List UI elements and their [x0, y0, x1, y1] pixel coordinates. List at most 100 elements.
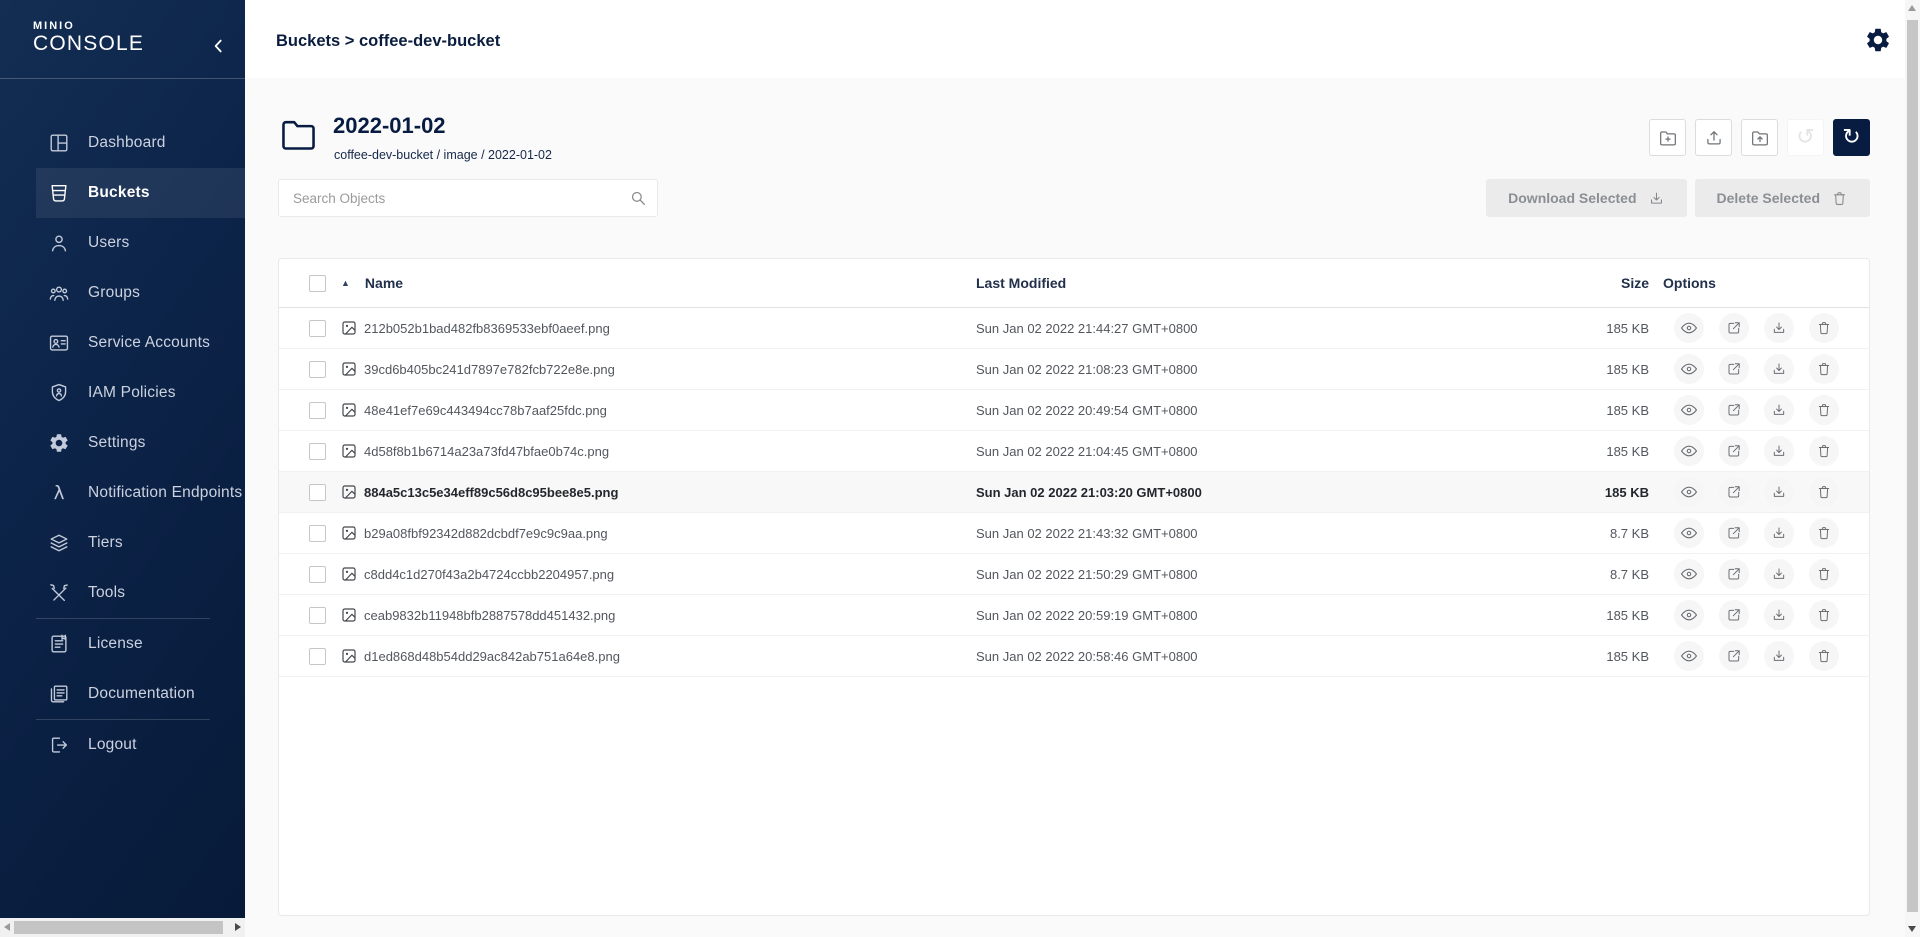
last-modified-column-header[interactable]: Last Modified — [976, 275, 1561, 291]
share-object-button[interactable] — [1719, 559, 1749, 589]
upload-file-button[interactable] — [1695, 119, 1732, 156]
horizontal-scrollbar[interactable] — [0, 918, 245, 937]
share-object-button[interactable] — [1719, 395, 1749, 425]
download-object-button[interactable] — [1764, 354, 1794, 384]
object-name[interactable]: 48e41ef7e69c443494cc78b7aaf25fdc.png — [364, 403, 607, 418]
sidebar-item-tiers[interactable]: Tiers — [0, 518, 245, 568]
select-all-checkbox[interactable] — [309, 275, 326, 292]
table-row[interactable]: d1ed868d48b54dd29ac842ab751a64e8.png Sun… — [279, 636, 1869, 677]
sidebar-item-tools[interactable]: Tools — [0, 568, 245, 618]
preview-object-button[interactable] — [1674, 641, 1704, 671]
preview-object-button[interactable] — [1674, 313, 1704, 343]
name-column-header[interactable]: ▲ Name — [341, 275, 976, 291]
preview-object-button[interactable] — [1674, 477, 1704, 507]
delete-object-button[interactable] — [1809, 313, 1839, 343]
object-toolbar: ↺↻ — [1649, 119, 1870, 156]
table-row[interactable]: 212b052b1bad482fb8369533ebf0aeef.png Sun… — [279, 308, 1869, 349]
download-object-button[interactable] — [1764, 559, 1794, 589]
delete-object-button[interactable] — [1809, 354, 1839, 384]
preview-object-button[interactable] — [1674, 354, 1704, 384]
sidebar-item-service-accounts[interactable]: Service Accounts — [0, 318, 245, 368]
table-row[interactable]: 884a5c13c5e34eff89c56d8c95bee8e5.png Sun… — [279, 472, 1869, 513]
share-object-button[interactable] — [1719, 600, 1749, 630]
share-object-button[interactable] — [1719, 436, 1749, 466]
share-object-button[interactable] — [1719, 518, 1749, 548]
delete-selected-button[interactable]: Delete Selected — [1695, 179, 1871, 217]
delete-object-button[interactable] — [1809, 641, 1839, 671]
table-row[interactable]: 48e41ef7e69c443494cc78b7aaf25fdc.png Sun… — [279, 390, 1869, 431]
object-name[interactable]: 212b052b1bad482fb8369533ebf0aeef.png — [364, 321, 610, 336]
share-object-button[interactable] — [1719, 313, 1749, 343]
vertical-scrollbar-thumb[interactable] — [1907, 20, 1918, 912]
object-name[interactable]: 4d58f8b1b6714a23a73fd47bfae0b74c.png — [364, 444, 609, 459]
sidebar-item-iam-policies[interactable]: IAM Policies — [0, 368, 245, 418]
sidebar-item-notification-endpoints[interactable]: Notification Endpoints — [0, 468, 245, 518]
new-path-button[interactable] — [1649, 119, 1686, 156]
row-checkbox[interactable] — [309, 320, 326, 337]
preview-object-button[interactable] — [1674, 436, 1704, 466]
object-name[interactable]: ceab9832b11948bfb2887578dd451432.png — [364, 608, 615, 623]
console-settings-button[interactable] — [1864, 26, 1892, 54]
object-name[interactable]: 884a5c13c5e34eff89c56d8c95bee8e5.png — [364, 485, 618, 500]
download-object-button[interactable] — [1764, 395, 1794, 425]
delete-object-button[interactable] — [1809, 477, 1839, 507]
sidebar-item-logout[interactable]: Logout — [0, 720, 245, 770]
sidebar-item-documentation[interactable]: Documentation — [0, 669, 245, 719]
share-object-button[interactable] — [1719, 477, 1749, 507]
scroll-down-arrow-icon[interactable] — [1908, 926, 1916, 932]
sidebar-item-groups[interactable]: Groups — [0, 268, 245, 318]
scroll-right-arrow-icon[interactable] — [235, 923, 241, 931]
sidebar-item-dashboard[interactable]: Dashboard — [0, 118, 245, 168]
object-name[interactable]: d1ed868d48b54dd29ac842ab751a64e8.png — [364, 649, 620, 664]
rewind-button[interactable]: ↺ — [1787, 119, 1824, 156]
delete-object-button[interactable] — [1809, 395, 1839, 425]
upload-folder-button[interactable] — [1741, 119, 1778, 156]
row-checkbox[interactable] — [309, 648, 326, 665]
preview-object-button[interactable] — [1674, 559, 1704, 589]
download-object-button[interactable] — [1764, 436, 1794, 466]
delete-object-button[interactable] — [1809, 436, 1839, 466]
share-object-button[interactable] — [1719, 354, 1749, 384]
download-selected-button[interactable]: Download Selected — [1486, 179, 1686, 217]
object-path-breadcrumb[interactable]: coffee-dev-bucket / image / 2022-01-02 — [334, 148, 552, 162]
object-name[interactable]: 39cd6b405bc241d7897e782fcb722e8e.png — [364, 362, 615, 377]
preview-object-button[interactable] — [1674, 518, 1704, 548]
sidebar-item-buckets[interactable]: Buckets — [0, 168, 245, 218]
row-checkbox[interactable] — [309, 361, 326, 378]
table-row[interactable]: 4d58f8b1b6714a23a73fd47bfae0b74c.png Sun… — [279, 431, 1869, 472]
size-column-header[interactable]: Size — [1561, 275, 1649, 291]
download-object-button[interactable] — [1764, 313, 1794, 343]
row-checkbox[interactable] — [309, 525, 326, 542]
refresh-button[interactable]: ↻ — [1833, 119, 1870, 156]
sidebar-item-license[interactable]: License — [0, 619, 245, 669]
preview-object-button[interactable] — [1674, 600, 1704, 630]
delete-object-button[interactable] — [1809, 559, 1839, 589]
scroll-left-arrow-icon[interactable] — [4, 923, 10, 931]
download-object-button[interactable] — [1764, 600, 1794, 630]
table-row[interactable]: 39cd6b405bc241d7897e782fcb722e8e.png Sun… — [279, 349, 1869, 390]
vertical-scrollbar[interactable] — [1905, 0, 1920, 937]
object-name[interactable]: c8dd4c1d270f43a2b4724ccbb2204957.png — [364, 567, 614, 582]
download-object-button[interactable] — [1764, 518, 1794, 548]
table-row[interactable]: c8dd4c1d270f43a2b4724ccbb2204957.png Sun… — [279, 554, 1869, 595]
sidebar-item-settings[interactable]: Settings — [0, 418, 245, 468]
object-name[interactable]: b29a08fbf92342d882dcbdf7e9c9c9aa.png — [364, 526, 608, 541]
preview-object-button[interactable] — [1674, 395, 1704, 425]
download-object-button[interactable] — [1764, 641, 1794, 671]
scroll-up-arrow-icon[interactable] — [1908, 5, 1916, 11]
sidebar-item-users[interactable]: Users — [0, 218, 245, 268]
row-checkbox[interactable] — [309, 402, 326, 419]
search-input[interactable] — [278, 179, 658, 217]
sidebar-collapse-button[interactable] — [206, 33, 232, 59]
share-object-button[interactable] — [1719, 641, 1749, 671]
horizontal-scrollbar-thumb[interactable] — [14, 921, 223, 934]
row-checkbox[interactable] — [309, 484, 326, 501]
row-checkbox[interactable] — [309, 566, 326, 583]
download-object-button[interactable] — [1764, 477, 1794, 507]
delete-object-button[interactable] — [1809, 518, 1839, 548]
row-checkbox[interactable] — [309, 443, 326, 460]
table-row[interactable]: ceab9832b11948bfb2887578dd451432.png Sun… — [279, 595, 1869, 636]
row-checkbox[interactable] — [309, 607, 326, 624]
table-row[interactable]: b29a08fbf92342d882dcbdf7e9c9c9aa.png Sun… — [279, 513, 1869, 554]
delete-object-button[interactable] — [1809, 600, 1839, 630]
